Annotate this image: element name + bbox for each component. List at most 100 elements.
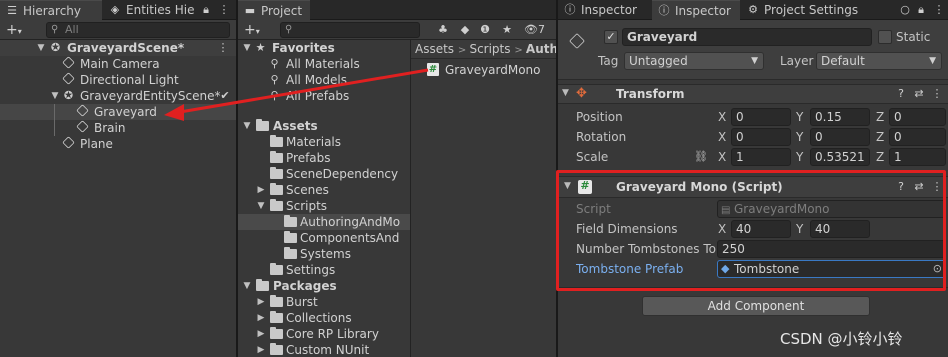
tab-inspector-2[interactable]: ⓘ Inspector <box>652 0 740 20</box>
folder-icon <box>270 327 283 339</box>
folder-item-settings[interactable]: Settings <box>238 262 410 278</box>
favorite-item[interactable]: ⚲ All Models <box>238 72 410 88</box>
folder-open-icon <box>270 199 283 211</box>
expand-arrow-icon[interactable]: ▶ <box>256 182 266 198</box>
warning-icon[interactable]: ❶ <box>478 21 492 39</box>
project-search-input[interactable]: ⚲ <box>280 22 420 38</box>
favorite-label: All Prefabs <box>286 89 350 103</box>
package-item-burst[interactable]: ▶ Burst <box>238 294 410 310</box>
y-axis-label: Y <box>796 110 804 124</box>
folder-item-scenedependency[interactable]: SceneDependency <box>238 166 410 182</box>
filter-label-icon[interactable]: ◆ <box>458 21 472 39</box>
rotation-x-field[interactable]: 0 <box>731 128 791 146</box>
layer-dropdown[interactable]: Default ▼ <box>816 52 942 70</box>
position-x-field[interactable]: 0 <box>731 108 791 126</box>
breadcrumb-item[interactable]: Assets <box>415 42 454 56</box>
expand-arrow-icon[interactable]: ▼ <box>256 198 266 214</box>
hidden-packages-icon[interactable]: 👁︎7 <box>524 21 545 39</box>
tab-inspector-1[interactable]: ⓘ Inspector <box>558 0 650 20</box>
star-icon[interactable]: ★ <box>500 21 514 39</box>
expand-arrow-icon[interactable]: ▶ <box>256 294 266 310</box>
expand-arrow-icon[interactable]: ▶ <box>256 310 266 326</box>
folder-icon <box>284 215 297 227</box>
expand-arrow-icon[interactable]: ▼ <box>36 40 46 56</box>
hierarchy-item-graveyardentityscene[interactable]: ▼ ✪ GraveyardEntityScene* ✔ <box>0 88 236 104</box>
object-name-field[interactable]: Graveyard <box>622 28 872 46</box>
project-splitter[interactable] <box>410 40 411 357</box>
favorite-item[interactable]: ⚲ All Materials <box>238 56 410 72</box>
hierarchy-item-label: GraveyardEntityScene* <box>80 89 221 103</box>
tab-entities-hierarchy[interactable]: ◈ Entities Hie <box>103 0 199 20</box>
favorites-header[interactable]: ▼ ★ Favorites <box>238 40 410 56</box>
tag-dropdown[interactable]: Untagged ▼ <box>624 52 764 70</box>
folder-item-componentsand[interactable]: ComponentsAnd <box>238 230 410 246</box>
annotation-highlight-box <box>556 170 946 291</box>
folder-item-prefabs[interactable]: Prefabs <box>238 150 410 166</box>
expand-arrow-icon[interactable]: ▶ <box>256 342 266 357</box>
position-y-field[interactable]: 0.15 <box>810 108 870 126</box>
add-component-button[interactable]: Add Component <box>642 296 870 316</box>
position-z-value: 0 <box>894 110 902 124</box>
checkmark-icon[interactable]: ✔ <box>218 88 232 104</box>
static-checkbox[interactable] <box>878 30 892 44</box>
hierarchy-item-directional-light[interactable]: Directional Light <box>0 72 236 88</box>
constrain-proportions-icon[interactable]: ⛓︎ <box>694 150 708 163</box>
scale-x-field[interactable]: 1 <box>731 148 791 166</box>
tab-project-settings[interactable]: ⚙ Project Settings <box>741 0 871 20</box>
create-button[interactable]: +▾ <box>6 20 22 42</box>
expand-arrow-icon[interactable]: ▶ <box>256 326 266 342</box>
create-button[interactable]: +▾ <box>244 20 260 42</box>
package-item-custom-nunit[interactable]: ▶ Custom NUnit <box>238 342 410 357</box>
favorite-item[interactable]: ⚲ All Prefabs <box>238 88 410 104</box>
position-y-value: 0.15 <box>815 110 842 124</box>
tab-hierarchy[interactable]: ☰ Hierarchy <box>0 0 102 20</box>
rotation-y-field[interactable]: 0 <box>810 128 870 146</box>
lock-icon[interactable]: 🔒︎ <box>914 1 928 19</box>
hierarchy-item-graveyard[interactable]: Graveyard <box>0 104 236 136</box>
assets-header[interactable]: ▼ Assets <box>238 118 410 134</box>
hierarchy-item-graveyardscene[interactable]: ▼ ✪ GraveyardScene* ⋮ <box>0 40 236 56</box>
folder-item-scripts[interactable]: ▼ Scripts <box>238 198 410 214</box>
hierarchy-item-main-camera[interactable]: Main Camera <box>0 56 236 72</box>
lock-icon[interactable]: 🔒︎ <box>199 1 213 19</box>
hierarchy-item-label: Plane <box>80 137 113 151</box>
project-toolbar: +▾ ⚲ ♣ ◆ ❶ ★ 👁︎7 <box>238 20 556 40</box>
package-item-core-rp-library[interactable]: ▶ Core RP Library <box>238 326 410 342</box>
hierarchy-item-brain[interactable]: Brain <box>0 120 236 136</box>
folder-item-authoringandmono[interactable]: AuthoringAndMo <box>238 214 410 230</box>
folder-item-materials[interactable]: Materials <box>238 134 410 150</box>
more-options-icon[interactable]: ⋮ <box>217 1 231 19</box>
position-z-field[interactable]: 0 <box>889 108 946 126</box>
help-icon[interactable]: ? <box>894 87 908 100</box>
package-item-collections[interactable]: ▶ Collections <box>238 310 410 326</box>
active-checkbox[interactable]: ✓ <box>604 30 618 44</box>
presets-icon[interactable]: ⇄ <box>912 87 926 100</box>
filter-type-icon[interactable]: ♣ <box>436 21 450 39</box>
scale-y-field[interactable]: 0.53521 <box>810 148 870 166</box>
breadcrumb-item[interactable]: Auth <box>526 42 556 56</box>
folder-label: Scenes <box>286 183 329 197</box>
folder-item-scenes[interactable]: ▶ Scenes <box>238 182 410 198</box>
hierarchy-search-input[interactable]: ⚲ All <box>46 22 230 38</box>
gameobject-cube-icon <box>76 120 89 134</box>
folder-item-systems[interactable]: Systems <box>238 246 410 262</box>
breadcrumb-item[interactable]: Scripts <box>469 42 510 56</box>
more-options-icon[interactable]: ⋮ <box>216 40 230 56</box>
packages-header[interactable]: ▼ Packages <box>238 278 410 294</box>
expand-arrow-icon[interactable]: ▼ <box>242 40 252 56</box>
more-options-icon[interactable]: ⋮ <box>932 1 946 19</box>
rotation-z-field[interactable]: 0 <box>889 128 946 146</box>
more-options-icon[interactable]: ⋮ <box>930 87 944 100</box>
gameobject-cube-icon <box>62 136 75 150</box>
scale-z-field[interactable]: 1 <box>889 148 946 166</box>
tab-project[interactable]: ▬ Project <box>238 0 310 20</box>
transform-header[interactable]: ▼ ✥ Transform ? ⇄ ⋮ <box>558 84 948 104</box>
expand-arrow-icon[interactable]: ▼ <box>242 278 252 294</box>
hierarchy-item-plane[interactable]: Plane <box>0 136 236 152</box>
file-item-graveyardmono[interactable]: # GraveyardMono <box>411 62 556 78</box>
expand-arrow-icon[interactable]: ▼ <box>242 118 252 134</box>
hierarchy-toolbar: +▾ ⚲ All <box>0 20 236 40</box>
debug-mode-icon[interactable]: ○ <box>898 1 912 19</box>
expand-arrow-icon[interactable]: ▼ <box>50 88 60 104</box>
unity-scene-icon: ✪ <box>63 89 74 102</box>
